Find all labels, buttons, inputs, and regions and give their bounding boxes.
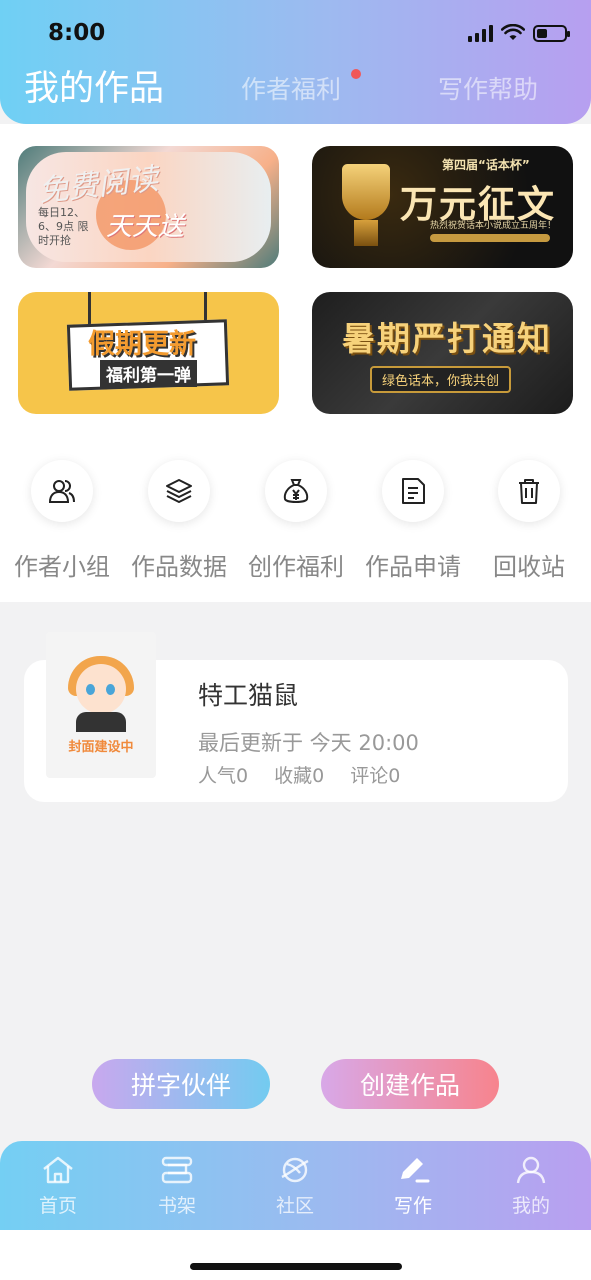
home-icon: [43, 1156, 73, 1184]
wifi-icon: [501, 24, 525, 40]
person-icon: [516, 1156, 546, 1184]
shortcut-label: 创作福利: [248, 553, 344, 581]
work-stats: 人气0 收藏0 评论0: [198, 761, 400, 788]
users-icon: [48, 480, 75, 503]
banner-holiday-update[interactable]: 假期更新 福利第一弹: [18, 292, 279, 414]
nav-label: 写作: [393, 1195, 432, 1217]
trash-icon: [519, 479, 539, 504]
banner-subtitle: 福利第一弹: [100, 360, 197, 387]
document-icon: [402, 478, 425, 504]
bookshelf-icon: [161, 1156, 193, 1184]
shortcut-work-data[interactable]: 作品数据: [121, 460, 237, 582]
nav-home[interactable]: 首页: [18, 1155, 98, 1218]
shortcut-label: 作者小组: [14, 553, 110, 581]
planet-icon: [281, 1157, 309, 1183]
banner-title: 暑期严打通知: [342, 319, 552, 358]
pen-icon: [401, 1158, 430, 1183]
stat-comments: 评论0: [350, 765, 401, 787]
stat-favorites: 收藏0: [274, 765, 325, 787]
bottom-nav: 首页 书架 社区 写作 我的: [0, 1141, 591, 1230]
tab-my-works[interactable]: 我的作品: [24, 60, 164, 111]
status-icons: [468, 24, 570, 42]
work-updated: 最后更新于 今天 20:00: [198, 731, 419, 755]
shortcut-work-application[interactable]: 作品申请: [355, 460, 471, 582]
battery-icon: [533, 24, 570, 42]
notification-dot: [351, 69, 361, 79]
create-work-button[interactable]: 创建作品: [321, 1059, 499, 1109]
banner-edition: 第四届“话本杯”: [442, 158, 530, 172]
status-time: 8:00: [48, 20, 106, 46]
stat-popularity: 人气0: [198, 765, 249, 787]
writing-partner-button[interactable]: 拼字伙伴: [92, 1059, 270, 1109]
promo-section: 免费阅读 每日12、6、9点 限时开抢 天天送 第四届“话本杯” 万元征文 热烈…: [0, 124, 591, 602]
work-cover[interactable]: 封面建设中: [46, 632, 156, 778]
banner-note: 每日12、6、9点 限时开抢: [38, 206, 89, 247]
home-strip: [0, 1230, 591, 1280]
status-bar: 8:00: [0, 0, 591, 60]
avatar: [76, 664, 126, 714]
tab-writing-help[interactable]: 写作帮助: [438, 70, 538, 106]
banner-summer-notice[interactable]: 暑期严打通知 绿色话本，你我共创: [312, 292, 573, 414]
tab-author-welfare[interactable]: 作者福利: [241, 70, 341, 106]
nav-mine[interactable]: 我的: [491, 1155, 571, 1218]
nav-community[interactable]: 社区: [255, 1155, 335, 1218]
layers-icon: [166, 479, 192, 503]
shortcut-label: 回收站: [493, 553, 565, 581]
nav-label: 书架: [157, 1195, 196, 1217]
banner-subtitle: 天天送: [106, 212, 185, 242]
nav-write[interactable]: 写作: [373, 1155, 453, 1218]
work-title: 特工猫鼠: [198, 681, 299, 710]
header-tabs: 我的作品 作者福利 写作帮助: [0, 58, 591, 114]
nav-bookshelf[interactable]: 书架: [137, 1155, 217, 1218]
shortcut-recycle-bin[interactable]: 回收站: [471, 460, 587, 582]
banner-title: 假期更新: [88, 329, 196, 360]
banner-subtitle: 绿色话本，你我共创: [370, 366, 512, 393]
money-bag-icon: [283, 479, 309, 503]
shortcut-author-group[interactable]: 作者小组: [4, 460, 120, 582]
nav-label: 社区: [275, 1195, 314, 1217]
banner-free-reading[interactable]: 免费阅读 每日12、6、9点 限时开抢 天天送: [18, 146, 279, 268]
shortcut-label: 作品申请: [365, 553, 461, 581]
banner-note: 热烈祝贺话本小说成立五周年！: [430, 221, 557, 231]
banner-essay-contest[interactable]: 第四届“话本杯” 万元征文 热烈祝贺话本小说成立五周年！: [312, 146, 573, 268]
home-indicator[interactable]: [190, 1263, 402, 1270]
shortcut-row: 作者小组 作品数据 创作福利 作品申请 回收站: [0, 460, 591, 590]
signal-icon: [468, 24, 493, 42]
shortcut-label: 作品数据: [131, 553, 227, 581]
nav-label: 首页: [38, 1195, 77, 1217]
trophy-icon: [342, 164, 390, 220]
nav-label: 我的: [511, 1195, 550, 1217]
header: 8:00 我的作品 作者福利 写作帮助: [0, 0, 591, 124]
cover-caption: 封面建设中: [68, 740, 134, 755]
shortcut-creation-welfare[interactable]: 创作福利: [238, 460, 354, 582]
